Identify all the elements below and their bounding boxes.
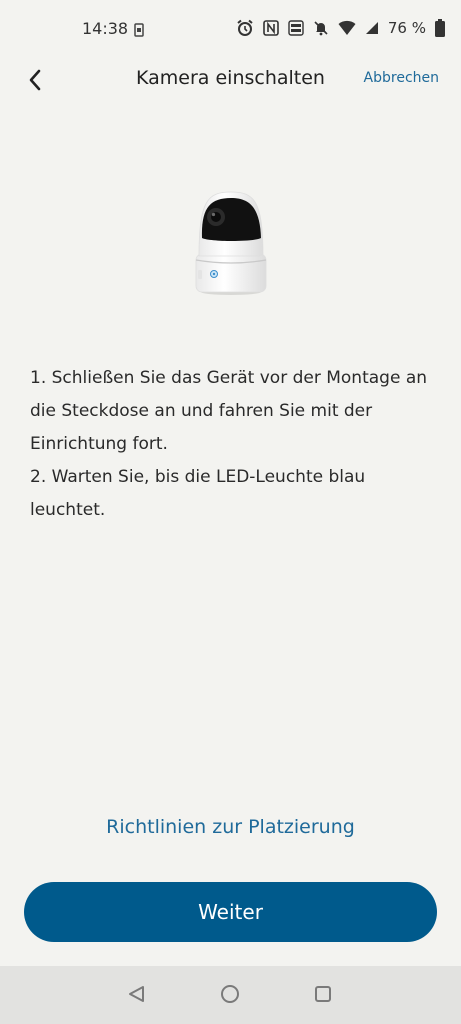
signal-icon: [365, 21, 379, 35]
placement-guidelines-link[interactable]: Richtlinien zur Platzierung: [0, 816, 461, 838]
cancel-button[interactable]: Abbrechen: [364, 70, 439, 86]
status-time: 14:38: [82, 19, 129, 38]
home-circle-icon[interactable]: [220, 984, 240, 1008]
camera-image: [194, 190, 268, 296]
back-triangle-icon[interactable]: [127, 984, 147, 1008]
continue-button[interactable]: Weiter: [24, 882, 437, 942]
sim-card-icon: [134, 22, 144, 41]
wifi-icon: [338, 20, 356, 36]
status-icons: 76 %: [236, 19, 445, 37]
volte-icon: [288, 20, 304, 36]
nfc-icon: [263, 20, 279, 36]
instructions: 1. Schließen Sie das Gerät vor der Monta…: [30, 362, 430, 527]
recents-square-icon[interactable]: [314, 985, 332, 1007]
instruction-step-1: 1. Schließen Sie das Gerät vor der Monta…: [30, 368, 428, 454]
alarm-icon: [236, 19, 254, 37]
mute-icon: [313, 20, 329, 36]
status-bar: 14:38 76 %: [0, 0, 461, 58]
navigation-bar: [0, 966, 461, 1024]
battery-percent: 76 %: [387, 19, 426, 37]
header: Kamera einschalten Abbrechen: [0, 58, 461, 102]
battery-icon: [435, 19, 445, 37]
instruction-step-2: 2. Warten Sie, bis die LED-Leuchte blau …: [30, 467, 366, 520]
continue-button-label: Weiter: [198, 900, 263, 924]
